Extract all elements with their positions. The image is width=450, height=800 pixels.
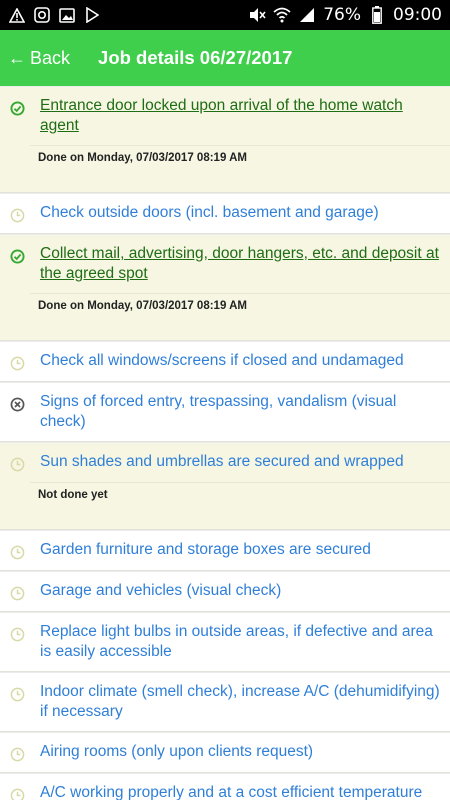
- task-row: Signs of forced entry, trespassing, vand…: [0, 383, 450, 441]
- task-label[interactable]: Replace light bulbs in outside areas, if…: [40, 622, 442, 662]
- page-title: Job details 06/27/2017: [98, 47, 293, 68]
- system-icons: 76% 09:00: [248, 5, 442, 25]
- task-label[interactable]: Collect mail, advertising, door hangers,…: [40, 244, 442, 284]
- task-item[interactable]: Airing rooms (only upon clients request): [0, 732, 450, 773]
- task-list: Entrance door locked upon arrival of the…: [0, 86, 450, 800]
- clock-icon: [8, 455, 26, 473]
- task-label[interactable]: Airing rooms (only upon clients request): [40, 742, 313, 762]
- task-status-note: Done on Monday, 07/03/2017 08:19 AM: [30, 293, 450, 340]
- task-row: Garden furniture and storage boxes are s…: [0, 531, 450, 570]
- clock-icon: [8, 685, 26, 703]
- task-item[interactable]: Entrance door locked upon arrival of the…: [0, 86, 450, 193]
- battery-icon: [368, 6, 386, 24]
- task-row: Sun shades and umbrellas are secured and…: [0, 443, 450, 482]
- task-item[interactable]: Replace light bulbs in outside areas, if…: [0, 612, 450, 672]
- check-circle-icon: [8, 247, 26, 265]
- clock-icon: [8, 543, 26, 561]
- task-row: Garage and vehicles (visual check): [0, 572, 450, 611]
- clock-icon: [8, 354, 26, 372]
- task-item[interactable]: A/C working properly and at a cost effic…: [0, 773, 450, 800]
- back-label: Back: [30, 47, 71, 68]
- x-circle-icon: [8, 395, 26, 413]
- task-row: Replace light bulbs in outside areas, if…: [0, 613, 450, 671]
- warning-icon: [8, 6, 26, 24]
- signal-icon: [298, 6, 316, 24]
- wifi-icon: [273, 6, 291, 24]
- clock-icon: [8, 745, 26, 763]
- task-row: Entrance door locked upon arrival of the…: [0, 87, 450, 145]
- image-icon: [58, 6, 76, 24]
- task-row: Collect mail, advertising, door hangers,…: [0, 235, 450, 293]
- task-label[interactable]: Garage and vehicles (visual check): [40, 581, 281, 601]
- task-label[interactable]: Indoor climate (smell check), increase A…: [40, 682, 442, 722]
- task-status-note: Not done yet: [30, 482, 450, 529]
- task-label[interactable]: Sun shades and umbrellas are secured and…: [40, 452, 404, 472]
- play-store-icon: [83, 6, 101, 24]
- clock-icon: [8, 206, 26, 224]
- app-notification-icon: [33, 6, 51, 24]
- task-label[interactable]: A/C working properly and at a cost effic…: [40, 783, 442, 800]
- task-row: A/C working properly and at a cost effic…: [0, 774, 450, 800]
- task-row: Check all windows/screens if closed and …: [0, 342, 450, 381]
- app-bar: ← Back Job details 06/27/2017: [0, 30, 450, 86]
- task-row: Airing rooms (only upon clients request): [0, 733, 450, 772]
- mute-icon: [248, 6, 266, 24]
- task-item[interactable]: Check outside doors (incl. basement and …: [0, 193, 450, 234]
- clock-icon: [8, 786, 26, 800]
- clock-icon: [8, 584, 26, 602]
- status-bar: 76% 09:00: [0, 0, 450, 30]
- task-label[interactable]: Check all windows/screens if closed and …: [40, 351, 404, 371]
- back-arrow-icon: ←: [8, 47, 26, 68]
- task-item[interactable]: Check all windows/screens if closed and …: [0, 341, 450, 382]
- task-status-note: Done on Monday, 07/03/2017 08:19 AM: [30, 145, 450, 192]
- notification-icons: [8, 6, 101, 24]
- task-item[interactable]: Sun shades and umbrellas are secured and…: [0, 442, 450, 530]
- task-item[interactable]: Collect mail, advertising, door hangers,…: [0, 234, 450, 341]
- task-row: Indoor climate (smell check), increase A…: [0, 673, 450, 731]
- task-item[interactable]: Garden furniture and storage boxes are s…: [0, 530, 450, 571]
- task-item[interactable]: Garage and vehicles (visual check): [0, 571, 450, 612]
- clock-icon: [8, 625, 26, 643]
- back-button[interactable]: ← Back: [0, 48, 70, 69]
- task-label[interactable]: Check outside doors (incl. basement and …: [40, 203, 379, 223]
- check-circle-icon: [8, 99, 26, 117]
- clock: 09:00: [393, 5, 442, 25]
- task-item[interactable]: Signs of forced entry, trespassing, vand…: [0, 382, 450, 442]
- task-item[interactable]: Indoor climate (smell check), increase A…: [0, 672, 450, 732]
- task-row: Check outside doors (incl. basement and …: [0, 194, 450, 233]
- task-label[interactable]: Garden furniture and storage boxes are s…: [40, 540, 371, 560]
- battery-percent: 76%: [323, 5, 361, 25]
- task-label[interactable]: Entrance door locked upon arrival of the…: [40, 96, 442, 136]
- task-label[interactable]: Signs of forced entry, trespassing, vand…: [40, 392, 442, 432]
